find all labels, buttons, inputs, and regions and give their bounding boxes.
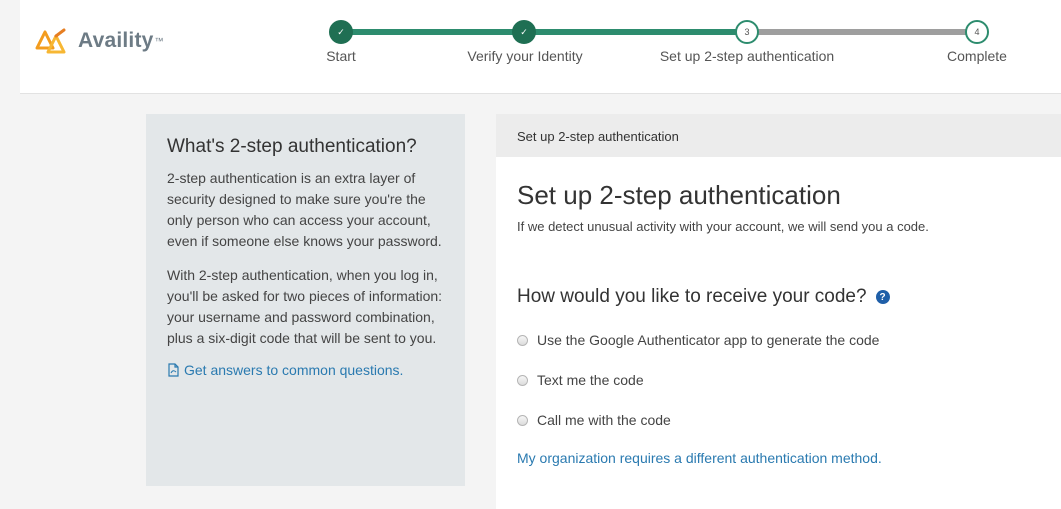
- option-label[interactable]: Text me the code: [537, 372, 644, 388]
- radio-call[interactable]: [517, 414, 528, 426]
- alternate-method-link[interactable]: My organization requires a different aut…: [517, 450, 1061, 466]
- step-label-complete: Complete: [947, 48, 1007, 64]
- step-label-start: Start: [326, 48, 356, 64]
- question-label: How would you like to receive your code?: [517, 286, 867, 307]
- option-text[interactable]: Text me the code: [517, 370, 1061, 390]
- faq-link[interactable]: Get answers to common questions.: [167, 362, 445, 378]
- step-3-marker: 3: [735, 20, 759, 44]
- step-2-check-icon: ✓: [512, 20, 536, 44]
- top-header: Availity ™ ✓ ✓ 3 4 Start Verify your Iden…: [20, 0, 1061, 94]
- step-4-marker: 4: [965, 20, 989, 44]
- option-call[interactable]: Call me with the code: [517, 410, 1061, 430]
- option-label[interactable]: Use the Google Authenticator app to gene…: [537, 332, 879, 348]
- info-sidebar: What's 2-step authentication? 2-step aut…: [146, 114, 465, 486]
- progress-track-complete: [341, 29, 747, 35]
- page-title: Set up 2-step authentication: [517, 180, 841, 210]
- step-label-setup: Set up 2-step authentication: [659, 48, 835, 64]
- option-label[interactable]: Call me with the code: [537, 412, 671, 428]
- panel-header: Set up 2-step authentication: [496, 114, 1061, 157]
- step-label-verify: Verify your Identity: [467, 48, 583, 64]
- help-icon[interactable]: ?: [875, 290, 890, 304]
- page-subtitle: If we detect unusual activity with your …: [517, 219, 929, 234]
- faq-link-label[interactable]: Get answers to common questions.: [184, 362, 403, 378]
- delivery-options: Use the Google Authenticator app to gene…: [517, 330, 1061, 430]
- radio-authenticator-app[interactable]: [517, 334, 528, 346]
- pdf-icon: [168, 363, 179, 377]
- progress-track-remaining: [747, 29, 977, 35]
- step-1-check-icon: ✓: [329, 20, 353, 44]
- setup-panel: Set up 2-step authentication Set up 2-st…: [496, 114, 1061, 509]
- sidebar-title: What's 2-step authentication?: [167, 136, 417, 157]
- delivery-question: How would you like to receive your code?…: [517, 286, 1061, 308]
- option-authenticator-app[interactable]: Use the Google Authenticator app to gene…: [517, 330, 1061, 350]
- radio-text[interactable]: [517, 374, 528, 386]
- progress-tracker: ✓ ✓ 3 4 Start Verify your Identity Set u…: [20, 0, 1061, 93]
- sidebar-paragraph-2: With 2-step authentication, when you log…: [167, 267, 443, 346]
- sidebar-paragraph-1: 2-step authentication is an extra layer …: [167, 170, 442, 249]
